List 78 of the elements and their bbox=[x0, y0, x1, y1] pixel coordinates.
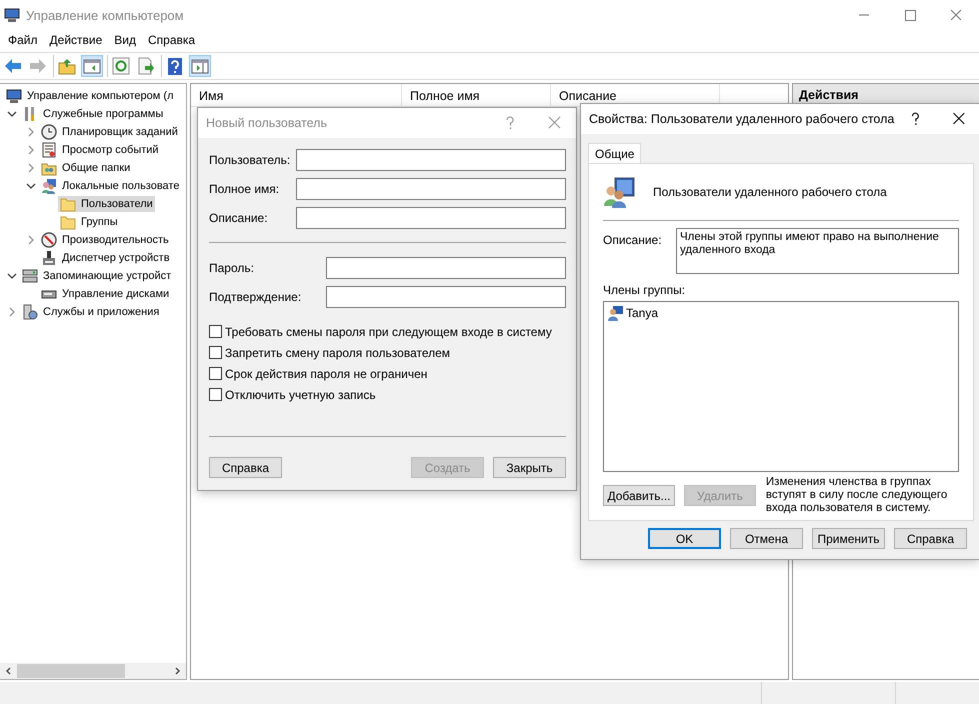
tree-item[interactable]: Службы и приложения bbox=[20, 304, 162, 320]
toolbar-button[interactable] bbox=[110, 55, 132, 77]
list-item[interactable]: Tanya bbox=[626, 306, 658, 320]
computer-icon bbox=[6, 88, 22, 104]
tree-item[interactable]: Планировщик заданий bbox=[39, 124, 180, 140]
tree-item[interactable]: Локальные пользовате bbox=[39, 178, 182, 194]
dialog-button[interactable]: OK bbox=[648, 528, 721, 549]
tree-item[interactable]: Служебные программы bbox=[20, 106, 166, 122]
tree-pane-icon bbox=[83, 57, 101, 75]
tree-item[interactable]: Пользователи bbox=[58, 196, 155, 212]
dialog-title: Свойства: Пользователи удаленного рабочего стола bbox=[589, 112, 894, 126]
folder-up-icon bbox=[58, 57, 76, 75]
computer-icon bbox=[4, 7, 20, 23]
description-field[interactable]: Члены этой группы имеют право на выполнение удаленного входа bbox=[676, 228, 959, 274]
input-field[interactable] bbox=[296, 149, 566, 171]
user-icon bbox=[608, 305, 624, 321]
column-header[interactable]: Полное имя bbox=[402, 84, 551, 106]
dialog-button[interactable]: Применить bbox=[812, 528, 885, 549]
checkbox-label[interactable]: Запретить смену пароля пользователем bbox=[225, 346, 450, 360]
tab[interactable]: Общие bbox=[588, 143, 642, 163]
checkbox-label[interactable]: Срок действия пароля не ограничен bbox=[225, 366, 428, 380]
input-field[interactable] bbox=[296, 178, 566, 200]
checkbox[interactable] bbox=[209, 346, 222, 359]
tree-item[interactable]: Диспетчер устройств bbox=[39, 250, 172, 266]
group-name: Пользователи удаленного рабочего стола bbox=[653, 185, 887, 199]
dialog-button[interactable]: Справка bbox=[209, 457, 282, 478]
dialog-button[interactable]: Добавить... bbox=[603, 485, 675, 506]
menu-item[interactable]: Файл bbox=[2, 33, 44, 47]
tree-item[interactable]: Просмотр событий bbox=[39, 142, 161, 158]
field-label: Члены группы: bbox=[603, 283, 686, 297]
checkbox[interactable] bbox=[209, 388, 222, 401]
tree-item[interactable]: Производительность bbox=[39, 232, 171, 248]
password-field[interactable] bbox=[326, 286, 566, 308]
tree-item[interactable]: Общие папки bbox=[39, 160, 132, 176]
tree-item[interactable]: Управление дисками bbox=[39, 286, 172, 302]
checkbox-label[interactable]: Требовать смены пароля при следующем входе в систему bbox=[225, 324, 552, 338]
export-icon bbox=[137, 57, 155, 75]
field-label: Пароль: bbox=[209, 261, 254, 275]
refresh-icon bbox=[112, 57, 130, 75]
forward-arrow-icon bbox=[29, 57, 47, 75]
password-field[interactable] bbox=[326, 257, 566, 279]
services-icon bbox=[22, 304, 38, 320]
back-arrow-icon bbox=[4, 57, 22, 75]
folder-icon bbox=[60, 214, 76, 230]
tree-item[interactable]: Управление компьютером (л bbox=[4, 88, 176, 104]
field-label: Описание: bbox=[209, 211, 268, 225]
field-label: Подтверждение: bbox=[209, 290, 302, 304]
device-icon bbox=[41, 250, 57, 266]
users-icon bbox=[41, 178, 57, 194]
window-title: Управление компьютером bbox=[26, 8, 185, 22]
storage-icon bbox=[22, 268, 38, 284]
checkbox[interactable] bbox=[209, 367, 222, 380]
toolbar-button[interactable] bbox=[81, 55, 103, 77]
checkbox[interactable] bbox=[209, 325, 222, 338]
log-icon bbox=[41, 142, 57, 158]
dialog-button[interactable]: Закрыть bbox=[493, 457, 566, 478]
checkbox-label[interactable]: Отключить учетную запись bbox=[225, 388, 376, 402]
tree-item[interactable]: Группы bbox=[58, 214, 120, 230]
dialog-title: Новый пользователь bbox=[206, 116, 328, 130]
menu-item[interactable]: Действие bbox=[44, 33, 108, 47]
toolbar-button[interactable] bbox=[189, 55, 211, 77]
help-icon bbox=[166, 57, 184, 75]
field-label: Описание: bbox=[603, 232, 663, 249]
users-icon bbox=[603, 176, 636, 208]
dialog-button[interactable]: Отмена bbox=[730, 528, 803, 549]
field-label: Полное имя: bbox=[209, 182, 280, 196]
folder-icon bbox=[60, 196, 76, 212]
info-text: Изменения членства в группах вступят в силу после следующего входа пользователя в систему. bbox=[766, 476, 948, 515]
tree-item[interactable]: Запоминающие устройст bbox=[20, 268, 174, 284]
members-list[interactable]: Tanya bbox=[603, 301, 959, 472]
action-pane-icon bbox=[191, 57, 209, 75]
field-label: Пользователь: bbox=[209, 153, 290, 167]
menu-item[interactable]: Вид bbox=[108, 33, 142, 47]
clock-icon bbox=[41, 124, 57, 140]
dialog-button[interactable]: Справка bbox=[894, 528, 967, 549]
column-header[interactable]: Имя bbox=[191, 84, 402, 106]
menu-item[interactable]: Справка bbox=[142, 33, 202, 47]
input-field[interactable] bbox=[296, 207, 566, 229]
